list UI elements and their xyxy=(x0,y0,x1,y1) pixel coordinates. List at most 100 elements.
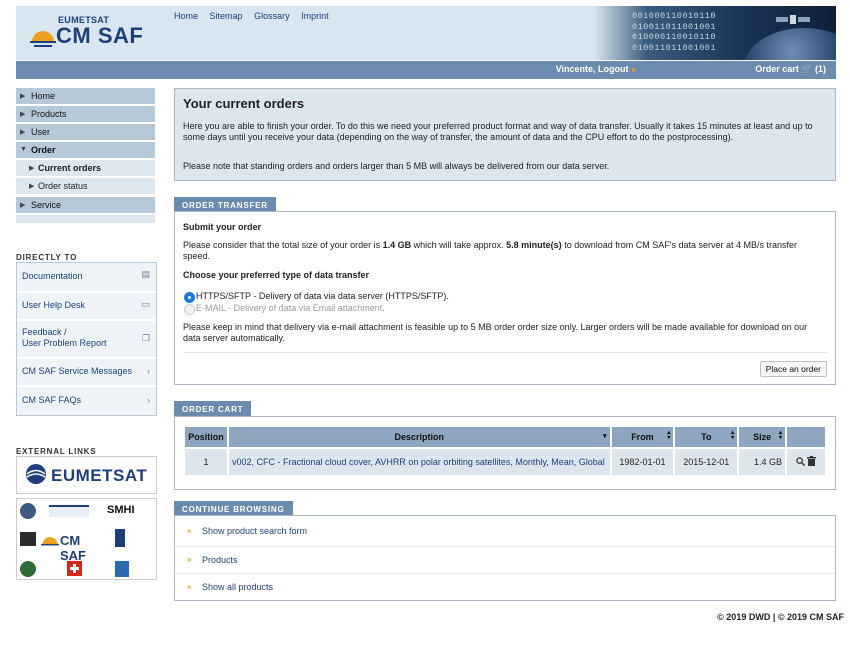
https-radio[interactable] xyxy=(184,292,195,303)
col-position[interactable]: Position xyxy=(185,427,227,447)
order-cart-tab: ORDER CART xyxy=(174,401,252,417)
cell-size: 1.4 GB xyxy=(739,449,786,475)
partner-logo-meteoswiss[interactable] xyxy=(67,561,82,576)
show-all-products-link[interactable]: » Show all products xyxy=(175,573,835,600)
col-from[interactable]: From ▴ ▾ xyxy=(611,427,674,447)
top-navigation: Home Sitemap Glossary Imprint xyxy=(174,11,338,21)
feedback-link[interactable]: Feedback / User Problem Report ❐ xyxy=(17,321,156,359)
order-size-value: 1.4 GB xyxy=(382,240,412,250)
sort-icon: ▾ xyxy=(603,433,607,440)
user-logout-link[interactable]: Vincente, Logout » xyxy=(556,64,636,74)
partner-logo-rmib[interactable] xyxy=(115,561,129,577)
sort-icon: ▴ ▾ xyxy=(667,430,671,441)
cell-from: 1982-01-01 xyxy=(611,449,674,475)
divider xyxy=(183,352,827,353)
topnav-imprint[interactable]: Imprint xyxy=(301,11,329,21)
helpdesk-icon: ▭ xyxy=(141,299,150,309)
cart-count: (1) xyxy=(815,64,826,74)
topnav-home[interactable]: Home xyxy=(174,11,198,21)
user-help-desk-link[interactable]: User Help Desk ▭ xyxy=(17,293,156,321)
logo-cmsaf-text: CM SAF xyxy=(56,23,144,48)
sidebar-spacer xyxy=(16,215,155,223)
cart-icon: 🛒 xyxy=(801,64,813,74)
partner-logos: SMHI CM SAF xyxy=(16,498,157,580)
sidebar-item-order[interactable]: ▼ Order xyxy=(16,142,155,160)
products-link[interactable]: » Products xyxy=(175,546,835,573)
continue-browsing-panel: » Show product search form » Products » … xyxy=(174,515,836,601)
topnav-glossary[interactable]: Glossary xyxy=(254,11,290,21)
sun-logo-icon xyxy=(41,537,59,546)
binary-decoration: 001000110010110 010011011001001 01000011… xyxy=(632,11,717,53)
sidebar-item-home[interactable]: ▶ Home xyxy=(16,88,155,106)
footer-copyright: © 2019 DWD | © 2019 CM SAF xyxy=(717,612,844,622)
intro-note: Please note that standing orders and ord… xyxy=(183,161,610,171)
eumetsat-logo-text: EUMETSAT xyxy=(51,466,148,485)
sidebar-item-order-status[interactable]: ▶ Order status xyxy=(16,178,155,196)
cell-actions xyxy=(787,449,825,475)
chevron-right-icon: › xyxy=(147,395,150,405)
faqs-link[interactable]: CM SAF FAQs › xyxy=(17,387,156,415)
place-order-button[interactable]: Place an order xyxy=(759,361,827,377)
partner-logo-dwd[interactable] xyxy=(49,505,89,517)
partner-logo-kmi[interactable] xyxy=(20,532,36,546)
https-option-label[interactable]: HTTPS/SFTP - Delivery of data via data s… xyxy=(196,291,836,302)
document-icon: ▤ xyxy=(141,269,150,279)
partner-logo-smhi[interactable]: SMHI xyxy=(107,504,135,516)
order-transfer-panel: Submit your order Please consider that t… xyxy=(174,211,836,385)
sidebar-item-products[interactable]: ▶ Products xyxy=(16,106,155,124)
sort-icon: ▴ ▾ xyxy=(731,430,735,441)
order-cart-table: Position Description ▾ From ▴ ▾ To ▴ ▾ Siz… xyxy=(183,425,827,477)
table-header-row: Position Description ▾ From ▴ ▾ To ▴ ▾ Siz… xyxy=(185,427,825,447)
partner-logo-cmsaf[interactable]: CM SAF xyxy=(41,529,103,563)
col-actions xyxy=(787,427,825,447)
directly-to-box: Documentation ▤ User Help Desk ▭ Feedbac… xyxy=(16,262,157,416)
sun-logo-icon xyxy=(30,31,56,47)
eumetsat-globe-icon xyxy=(26,464,46,484)
page-title: Your current orders xyxy=(183,96,305,111)
double-arrow-icon: » xyxy=(187,526,192,535)
email-radio[interactable] xyxy=(184,304,195,315)
satellite-banner: 001000110010110 010011011001001 01000011… xyxy=(594,6,836,60)
external-links-heading: EXTERNAL LINKS xyxy=(16,447,97,456)
magnifier-icon[interactable] xyxy=(796,457,805,467)
service-messages-link[interactable]: CM SAF Service Messages › xyxy=(17,359,156,387)
triangle-right-icon: ▶ xyxy=(29,183,35,190)
triangle-down-icon: ▼ xyxy=(20,146,27,153)
col-size[interactable]: Size ▴ ▾ xyxy=(739,427,786,447)
order-cart-panel: Position Description ▾ From ▴ ▾ To ▴ ▾ Siz… xyxy=(174,416,836,490)
documentation-link[interactable]: Documentation ▤ xyxy=(17,263,156,293)
double-arrow-icon: » xyxy=(187,555,192,564)
choose-transfer-heading: Choose your preferred type of data trans… xyxy=(183,270,370,280)
satellite-icon xyxy=(776,15,810,24)
eumetsat-logo-link[interactable]: EUMETSAT xyxy=(16,456,157,494)
sidebar-item-service[interactable]: ▶ Service xyxy=(16,197,155,215)
partner-logo-cfs[interactable] xyxy=(20,503,36,519)
double-arrow-icon: » xyxy=(187,582,192,591)
earth-image xyxy=(744,28,836,60)
directly-to-heading: DIRECTLY TO xyxy=(16,253,78,262)
table-row: 1 v002, CFC - Fractional cloud cover, AV… xyxy=(185,449,825,475)
cell-to: 2015-12-01 xyxy=(675,449,738,475)
site-header: EUMETSAT CM SAF Home Sitemap Glossary Im… xyxy=(16,6,836,60)
submit-heading: Submit your order xyxy=(183,222,262,232)
triangle-right-icon: ▶ xyxy=(29,165,35,172)
sidebar-item-user[interactable]: ▶ User xyxy=(16,124,155,142)
order-cart-link[interactable]: Order cart 🛒 (1) xyxy=(755,64,826,75)
topnav-sitemap[interactable]: Sitemap xyxy=(210,11,243,21)
email-option-label[interactable]: E-MAIL - Delivery of data via Email atta… xyxy=(196,303,836,314)
cmsaf-logo[interactable]: EUMETSAT CM SAF xyxy=(26,12,151,54)
show-product-search-link[interactable]: » Show product search form xyxy=(175,518,835,544)
download-time-value: 5.8 minute(s) xyxy=(506,240,562,250)
partner-logo-fmi[interactable] xyxy=(20,561,36,577)
col-to[interactable]: To ▴ ▾ xyxy=(675,427,738,447)
sidebar-item-current-orders[interactable]: ▶ Current orders xyxy=(16,160,155,178)
feedback-icon: ❐ xyxy=(141,333,150,343)
trash-icon[interactable] xyxy=(807,456,817,466)
cell-description: v002, CFC - Fractional cloud cover, AVHR… xyxy=(228,449,610,475)
transfer-note: Please keep in mind that delivery via e-… xyxy=(183,322,808,343)
sort-icon: ▴ ▾ xyxy=(779,430,783,441)
partner-logo-knmi[interactable] xyxy=(115,529,125,547)
intro-paragraph: Here you are able to finish your order. … xyxy=(183,121,813,142)
triangle-right-icon: ▶ xyxy=(20,129,26,136)
col-description[interactable]: Description ▾ xyxy=(228,427,610,447)
